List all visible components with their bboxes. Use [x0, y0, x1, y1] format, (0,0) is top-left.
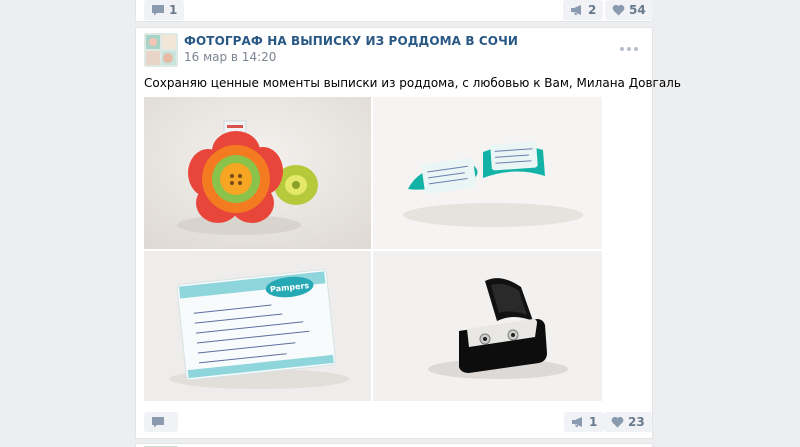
- previous-post-footer: 1 2 54: [135, 0, 653, 22]
- repost-count-previous: 2: [588, 3, 597, 17]
- post-text: Сохраняю ценные моменты выписки из роддо…: [144, 76, 681, 90]
- like-count: 23: [628, 415, 645, 429]
- like-button-previous[interactable]: 54: [605, 0, 653, 20]
- comment-button[interactable]: [144, 412, 178, 432]
- comment-icon: [152, 5, 164, 16]
- comment-icon: [152, 417, 164, 428]
- repost-count: 1: [589, 415, 598, 429]
- post-photo-1[interactable]: [144, 97, 371, 249]
- like-count-previous: 54: [629, 3, 646, 17]
- comment-count-previous: 1: [169, 3, 178, 17]
- post-photo-2[interactable]: [373, 97, 602, 249]
- like-button[interactable]: 23: [604, 412, 652, 432]
- author-avatar[interactable]: [144, 33, 178, 67]
- heart-icon: [611, 416, 624, 428]
- post-card: ФОТОГРАФ НА ВЫПИСКУ ИЗ РОДДОМА В СОЧИ 16…: [135, 27, 681, 439]
- megaphone-icon: [571, 5, 581, 15]
- repost-button-previous[interactable]: 2: [563, 0, 604, 20]
- post-photo-3[interactable]: Pampers: [144, 251, 371, 401]
- post-date[interactable]: 16 мар в 14:20: [184, 50, 276, 64]
- comment-button-previous[interactable]: 1: [144, 0, 185, 20]
- next-post-card: [135, 443, 653, 447]
- post-author-link[interactable]: ФОТОГРАФ НА ВЫПИСКУ ИЗ РОДДОМА В СОЧИ: [184, 34, 518, 48]
- post-photo-4[interactable]: [373, 251, 602, 401]
- repost-button[interactable]: 1: [564, 412, 605, 432]
- megaphone-icon: [572, 417, 582, 427]
- heart-icon: [612, 4, 625, 16]
- more-icon[interactable]: [620, 47, 638, 51]
